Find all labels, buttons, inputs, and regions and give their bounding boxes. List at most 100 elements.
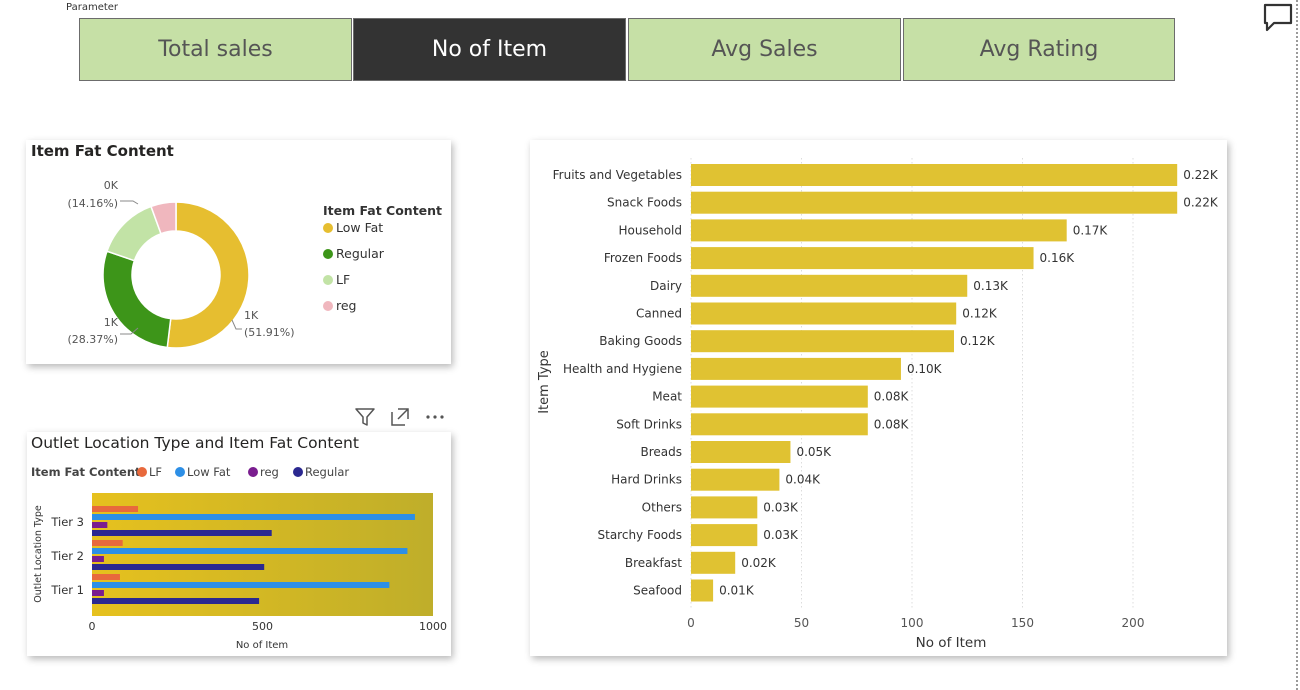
item-type-x-tick-200: 200 bbox=[1122, 616, 1145, 630]
item-type-category-others: Others bbox=[642, 500, 682, 514]
item-type-bar-health-and-hygiene[interactable] bbox=[691, 357, 901, 380]
outlet-bar-tier-3-lf[interactable] bbox=[92, 506, 139, 512]
item-type-x-tick-50: 50 bbox=[794, 616, 809, 630]
item-type-bar-fruits-and-vegetables[interactable] bbox=[691, 164, 1178, 186]
item-type-x-axis-label: No of Item bbox=[916, 635, 987, 651]
item-type-category-hard-drinks: Hard Drinks bbox=[611, 473, 682, 487]
outlet-category-tier-1: Tier 1 bbox=[50, 583, 84, 597]
item-type-data-label-others: 0.03K bbox=[763, 500, 799, 514]
outlet-plot-area bbox=[92, 493, 433, 616]
outlet-legend-marker-reg bbox=[248, 467, 258, 477]
outlet-bar-tier-2-lf[interactable] bbox=[92, 540, 123, 546]
item-type-bar-breads[interactable] bbox=[691, 441, 791, 463]
item-type-x-tick-100: 100 bbox=[901, 616, 924, 630]
legend-label-reg: reg bbox=[336, 298, 357, 313]
item-type-category-household: Household bbox=[618, 223, 682, 237]
item-type-y-axis-label: Item Type bbox=[537, 350, 552, 414]
item-type-bar-canned[interactable] bbox=[691, 302, 957, 325]
filter-icon[interactable] bbox=[354, 406, 376, 428]
param-button-total-sales[interactable]: Total sales bbox=[79, 18, 352, 81]
item-type-data-label-canned: 0.12K bbox=[962, 307, 998, 321]
outlet-bar-tier-3-low-fat[interactable] bbox=[92, 514, 415, 520]
item-type-bar-snack-foods[interactable] bbox=[691, 191, 1178, 214]
outlet-bar-tier-3-regular[interactable] bbox=[92, 530, 272, 536]
item-type-bar-chart-card[interactable]: Fruits and Vegetables Snack Foods Househol… bbox=[530, 140, 1227, 656]
item-type-data-label-snack-foods: 0.22K bbox=[1183, 196, 1219, 210]
item-type-data-label-hard-drinks: 0.04K bbox=[785, 473, 821, 487]
item-type-category-snack-foods: Snack Foods bbox=[607, 196, 682, 210]
item-type-bar-baking-goods[interactable] bbox=[691, 330, 954, 353]
item-type-data-label-seafood: 0.01K bbox=[719, 584, 755, 598]
item-type-bar-soft-drinks[interactable] bbox=[691, 413, 868, 436]
donut-chart-svg: Item Fat Content Low FatRegularLFreg 0K … bbox=[67, 179, 442, 349]
outlet-legend-marker-low-fat bbox=[175, 467, 185, 477]
donut-label-pct-lf: (14.16%) bbox=[67, 197, 118, 210]
outlet-x-tick-1000: 1000 bbox=[419, 620, 447, 633]
donut-label-value-regular: 1K bbox=[104, 316, 119, 329]
comment-icon[interactable] bbox=[1262, 2, 1294, 34]
item-type-bar-dairy[interactable] bbox=[691, 274, 968, 297]
item-type-category-fruits-and-vegetables: Fruits and Vegetables bbox=[553, 168, 682, 182]
param-button-avg-sales[interactable]: Avg Sales bbox=[628, 18, 901, 81]
outlet-legend-label-regular: Regular bbox=[305, 465, 349, 479]
item-type-data-label-breads: 0.05K bbox=[796, 445, 832, 459]
outlet-bar-tier-1-lf[interactable] bbox=[92, 574, 120, 580]
outlet-bar-tier-1-regular[interactable] bbox=[92, 598, 260, 604]
item-type-x-tick-150: 150 bbox=[1011, 616, 1034, 630]
donut-slice-lf[interactable] bbox=[106, 205, 162, 262]
donut-label-value-lf: 0K bbox=[104, 179, 119, 192]
item-type-bar-frozen-foods[interactable] bbox=[691, 247, 1034, 270]
item-type-bar-seafood[interactable] bbox=[691, 579, 714, 602]
outlet-legend-marker-regular bbox=[293, 467, 303, 477]
item-type-bar-meat[interactable] bbox=[691, 385, 868, 408]
item-type-data-label-starchy-foods: 0.03K bbox=[763, 528, 799, 542]
item-type-category-dairy: Dairy bbox=[650, 279, 682, 293]
item-type-category-baking-goods: Baking Goods bbox=[599, 334, 682, 348]
item-type-data-label-fruits-and-vegetables: 0.22K bbox=[1183, 168, 1219, 182]
donut-label-value-low-fat: 1K bbox=[244, 309, 259, 322]
outlet-location-chart-card[interactable]: Outlet Location Type and Item Fat Conten… bbox=[27, 432, 451, 656]
param-button-avg-rating[interactable]: Avg Rating bbox=[903, 18, 1175, 81]
item-type-bar-others[interactable] bbox=[691, 496, 758, 519]
item-type-data-label-health-and-hygiene: 0.10K bbox=[907, 362, 943, 376]
outlet-x-axis-label: No of Item bbox=[236, 640, 288, 651]
item-type-data-label-dairy: 0.13K bbox=[973, 279, 1009, 293]
item-type-data-label-soft-drinks: 0.08K bbox=[874, 417, 910, 431]
outlet-bar-tier-1-reg[interactable] bbox=[92, 590, 104, 596]
item-type-category-frozen-foods: Frozen Foods bbox=[604, 251, 682, 265]
item-type-bar-breakfast[interactable] bbox=[691, 551, 736, 574]
outlet-legend-label-lf: LF bbox=[149, 465, 162, 479]
legend-marker-low-fat bbox=[323, 223, 333, 233]
outlet-bar-tier-2-regular[interactable] bbox=[92, 564, 265, 570]
more-options-icon[interactable] bbox=[424, 406, 446, 428]
item-type-category-seafood: Seafood bbox=[633, 584, 682, 598]
legend-label-regular: Regular bbox=[336, 246, 385, 261]
outlet-category-tier-2: Tier 2 bbox=[50, 549, 84, 563]
item-type-category-meat: Meat bbox=[652, 390, 682, 404]
donut-label-pct-low-fat: (51.91%) bbox=[244, 326, 295, 339]
item-type-bar-household[interactable] bbox=[691, 219, 1067, 242]
legend-label-low-fat: Low Fat bbox=[336, 220, 383, 235]
item-type-chart-svg: Fruits and Vegetables Snack Foods Househol… bbox=[537, 158, 1219, 651]
donut-slice-low-fat[interactable] bbox=[166, 201, 250, 349]
outlet-bar-tier-2-reg[interactable] bbox=[92, 556, 104, 562]
outlet-bar-tier-1-low-fat[interactable] bbox=[92, 582, 390, 588]
item-type-data-label-frozen-foods: 0.16K bbox=[1040, 251, 1076, 265]
outlet-bar-tier-3-reg[interactable] bbox=[92, 522, 108, 528]
outlet-bar-tier-2-low-fat[interactable] bbox=[92, 548, 408, 554]
item-fat-content-donut-card[interactable]: Item Fat Content Item Fat Content Low Fa… bbox=[26, 140, 451, 364]
item-type-category-breakfast: Breakfast bbox=[625, 556, 682, 570]
outlet-x-tick-500: 500 bbox=[252, 620, 273, 633]
item-type-bar-starchy-foods[interactable] bbox=[691, 524, 758, 547]
focus-mode-icon[interactable] bbox=[389, 406, 411, 428]
outlet-legend-label-reg: reg bbox=[260, 465, 279, 479]
item-type-bar-hard-drinks[interactable] bbox=[691, 468, 780, 491]
outlet-legend-label-low-fat: Low Fat bbox=[187, 465, 231, 479]
legend-marker-reg bbox=[323, 301, 333, 311]
outlet-category-tier-3: Tier 3 bbox=[50, 515, 84, 529]
page-border bbox=[1296, 0, 1298, 690]
parameter-label: Parameter bbox=[66, 2, 119, 13]
legend-marker-regular bbox=[323, 249, 333, 259]
item-type-category-starchy-foods: Starchy Foods bbox=[598, 528, 683, 542]
param-button-no-of-item[interactable]: No of Item bbox=[353, 18, 626, 81]
